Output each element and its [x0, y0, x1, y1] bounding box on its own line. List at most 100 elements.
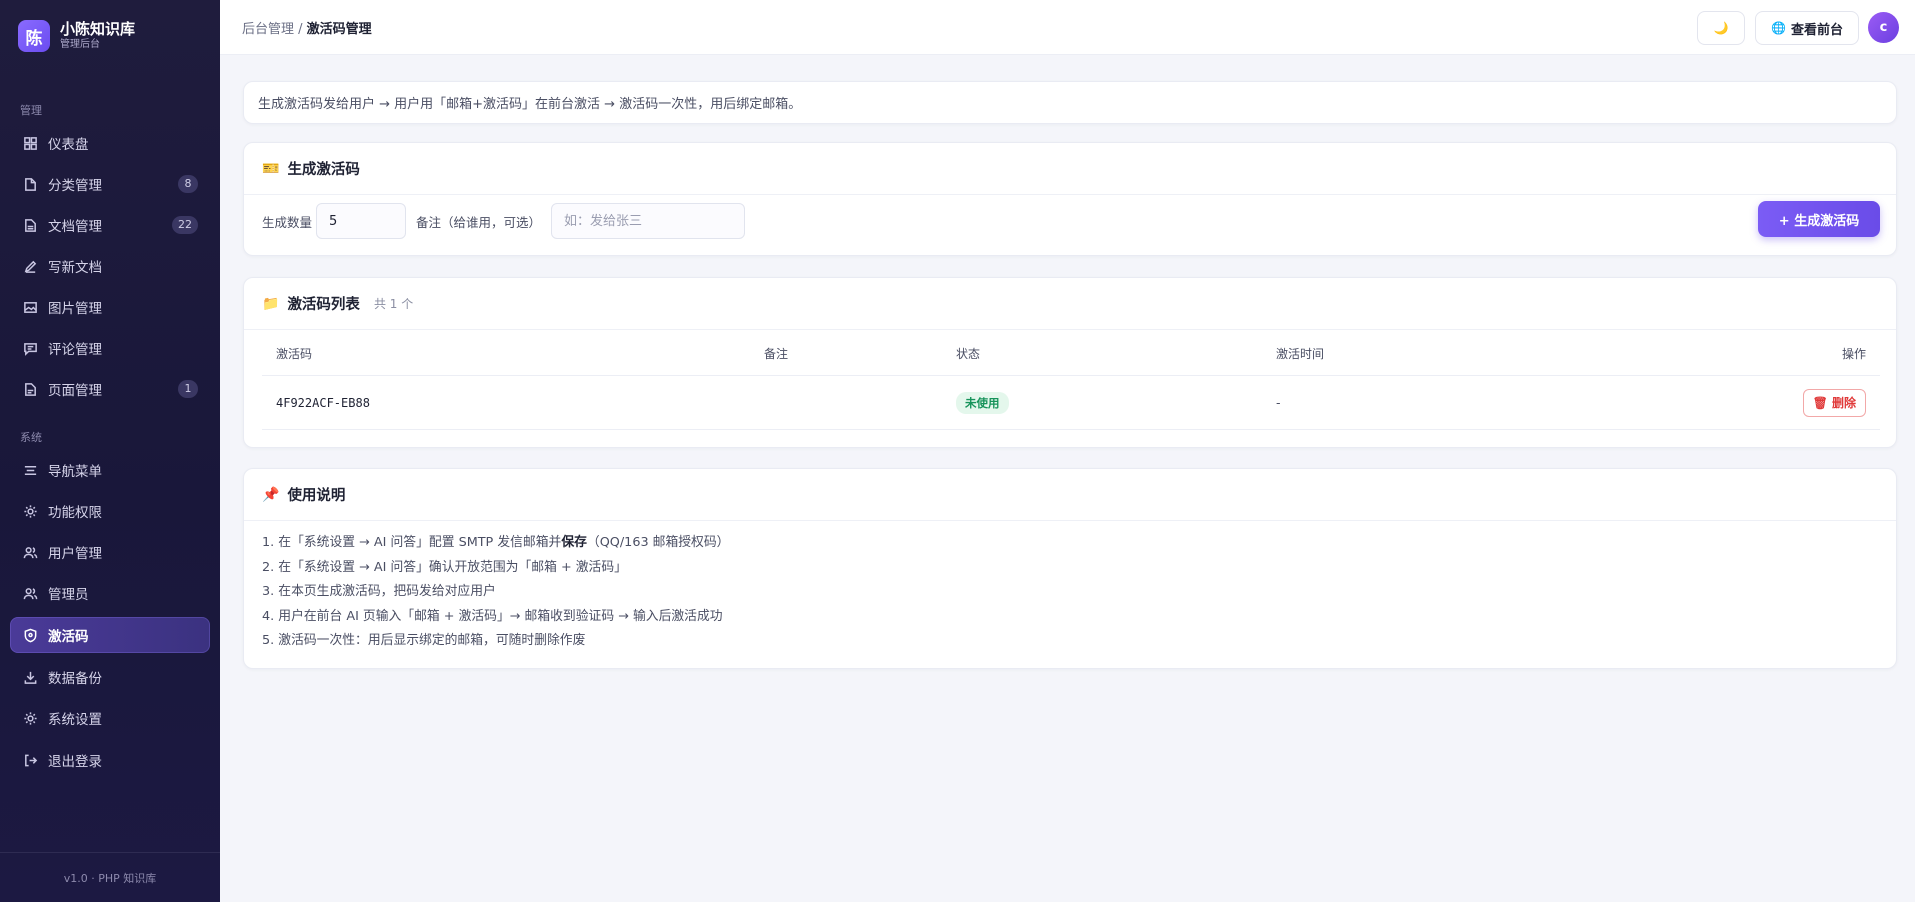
sidebar-item-label: 仪表盘 — [48, 137, 89, 153]
code-table: 激活码 备注 状态 激活时间 操作 4F922ACF-EB88 未使用 - 🗑 … — [262, 332, 1880, 430]
sidebar-item-new-document[interactable]: 写新文档 — [10, 248, 210, 284]
theme-toggle-button[interactable]: 🌙 — [1697, 11, 1745, 45]
sidebar-item-permissions[interactable]: 功能权限 — [10, 493, 210, 529]
view-front-label: 查看前台 — [1790, 21, 1843, 37]
generate-card: 🎫 生成激活码 生成数量 备注（给谁用，可选） + 生成激活码 — [243, 142, 1897, 256]
gear-icon — [22, 710, 38, 726]
usage-step: 3. 在本页生成激活码，把码发给对应用户 — [262, 584, 496, 600]
sidebar-item-label: 用户管理 — [48, 546, 102, 562]
ticket-icon: 🎫 — [262, 160, 280, 177]
code-list-header: 📁 激活码列表 共 1 个 — [244, 278, 1896, 330]
sidebar-item-images[interactable]: 图片管理 — [10, 289, 210, 325]
generate-code-button[interactable]: + 生成激活码 — [1758, 201, 1880, 237]
sidebar-item-comments[interactable]: 评论管理 — [10, 330, 210, 366]
sidebar-item-label: 分类管理 — [48, 178, 102, 194]
folder-icon — [22, 176, 38, 192]
sidebar-item-label: 退出登录 — [48, 754, 102, 770]
moon-icon: 🌙 — [1713, 21, 1729, 35]
usage-card-header: 📌 使用说明 — [244, 469, 1896, 521]
info-banner: 生成激活码发给用户 → 用户用「邮箱+激活码」在前台激活 → 激活码一次性，用后… — [243, 81, 1897, 124]
page-icon — [22, 381, 38, 397]
sidebar-item-label: 管理员 — [48, 587, 89, 603]
usage-step: 2. 在「系统设置 → AI 问答」确认开放范围为「邮箱 + 激活码」 — [262, 559, 627, 575]
sidebar-item-nav-menu[interactable]: 导航菜单 — [10, 452, 210, 488]
quantity-label: 生成数量 — [262, 214, 313, 230]
brand-subtitle: 管理后台 — [60, 39, 100, 50]
activated-at: - — [1276, 395, 1281, 410]
count-badge: 8 — [178, 175, 198, 193]
brand-logo: 陈 — [18, 20, 50, 52]
logout-icon — [22, 752, 38, 768]
generate-form: 生成数量 备注（给谁用，可选） — [262, 203, 746, 239]
usage-card: 📌 使用说明 1. 在「系统设置 → AI 问答」配置 SMTP 发信邮箱并保存… — [243, 468, 1897, 669]
document-icon — [22, 217, 38, 233]
breadcrumb: 后台管理 / 激活码管理 — [242, 18, 372, 37]
code-list-card: 📁 激活码列表 共 1 个 激活码 备注 状态 激活时间 操作 4F922ACF… — [243, 277, 1897, 448]
globe-icon: 🌐 — [1771, 21, 1786, 35]
shield-icon — [22, 627, 38, 643]
column-header-code: 激活码 — [276, 347, 313, 361]
users-icon — [22, 544, 38, 560]
usage-steps: 1. 在「系统设置 → AI 问答」配置 SMTP 发信邮箱并保存（QQ/163… — [262, 531, 729, 654]
usage-step: 1. 在「系统设置 → AI 问答」配置 SMTP 发信邮箱并保存（QQ/163… — [262, 535, 730, 550]
section-label-system: 系统 — [20, 431, 42, 444]
sidebar-item-logout[interactable]: 退出登录 — [10, 742, 210, 778]
delete-button[interactable]: 🗑 删除 — [1802, 388, 1866, 417]
pen-icon — [22, 258, 38, 274]
sidebar-item-activation-codes[interactable]: 激活码 — [10, 617, 210, 653]
breadcrumb-current: 激活码管理 — [306, 22, 372, 37]
sidebar-footer: v1.0 · PHP 知识库 — [0, 852, 220, 902]
breadcrumb-separator: / — [294, 22, 307, 37]
note-label: 备注（给谁用，可选） — [416, 214, 542, 230]
sidebar-item-admins[interactable]: 管理员 — [10, 575, 210, 611]
usage-step: 5. 激活码一次性：用后显示绑定的邮箱，可随时删除作废 — [262, 633, 586, 649]
sidebar-item-backup[interactable]: 数据备份 — [10, 659, 210, 695]
sidebar-item-categories[interactable]: 分类管理 8 — [10, 166, 210, 202]
sidebar-item-label: 页面管理 — [48, 383, 102, 399]
breadcrumb-parent[interactable]: 后台管理 — [242, 22, 294, 37]
sidebar-item-label: 图片管理 — [48, 301, 102, 317]
sidebar-item-label: 导航菜单 — [48, 464, 102, 480]
brand[interactable]: 陈 小陈知识库 管理后台 — [18, 20, 135, 52]
table-row: 4F922ACF-EB88 未使用 - 🗑 删除 — [262, 376, 1880, 430]
folder-icon: 📁 — [262, 295, 280, 312]
admin-icon — [22, 585, 38, 601]
sidebar-item-label: 激活码 — [48, 629, 89, 645]
column-header-action: 操作 — [1841, 347, 1866, 361]
note-input[interactable] — [551, 203, 746, 239]
sidebar-item-label: 数据备份 — [48, 671, 102, 687]
sidebar: 陈 小陈知识库 管理后台 管理 仪表盘 分类管理 8 文档管理 22 写新文档 … — [0, 0, 220, 902]
view-front-button[interactable]: 🌐 查看前台 — [1755, 11, 1859, 45]
menu-icon — [22, 462, 38, 478]
column-header-status: 状态 — [956, 347, 981, 361]
dashboard-icon — [22, 135, 38, 151]
count-badge: 22 — [172, 216, 198, 234]
comment-icon — [22, 340, 38, 356]
activation-code: 4F922ACF-EB88 — [276, 395, 370, 410]
sidebar-item-label: 文档管理 — [48, 219, 102, 235]
column-header-note: 备注 — [764, 347, 789, 361]
sidebar-item-label: 系统设置 — [48, 712, 102, 728]
brand-name: 小陈知识库 — [60, 20, 136, 38]
sidebar-item-system-settings[interactable]: 系统设置 — [10, 700, 210, 736]
sidebar-item-users[interactable]: 用户管理 — [10, 534, 210, 570]
section-label-manage: 管理 — [20, 104, 42, 117]
sidebar-item-documents[interactable]: 文档管理 22 — [10, 207, 210, 243]
sidebar-item-label: 评论管理 — [48, 342, 102, 358]
pin-icon: 📌 — [262, 486, 280, 503]
status-badge: 未使用 — [956, 391, 1009, 414]
info-text: 生成激活码发给用户 → 用户用「邮箱+激活码」在前台激活 → 激活码一次性，用后… — [258, 97, 802, 112]
sidebar-item-pages[interactable]: 页面管理 1 — [10, 371, 210, 407]
generate-card-header: 🎫 生成激活码 — [244, 143, 1896, 195]
table-header: 激活码 备注 状态 激活时间 操作 — [262, 332, 1880, 376]
column-header-activated-at: 激活时间 — [1276, 347, 1325, 361]
count-badge: 1 — [178, 380, 198, 398]
generate-title: 生成激活码 — [287, 162, 360, 178]
avatar[interactable]: c — [1868, 12, 1899, 43]
settings-icon — [22, 503, 38, 519]
download-icon — [22, 669, 38, 685]
code-count: 共 1 个 — [373, 297, 414, 311]
sidebar-item-label: 功能权限 — [48, 505, 102, 521]
quantity-input[interactable] — [316, 203, 407, 239]
sidebar-item-dashboard[interactable]: 仪表盘 — [10, 125, 210, 161]
